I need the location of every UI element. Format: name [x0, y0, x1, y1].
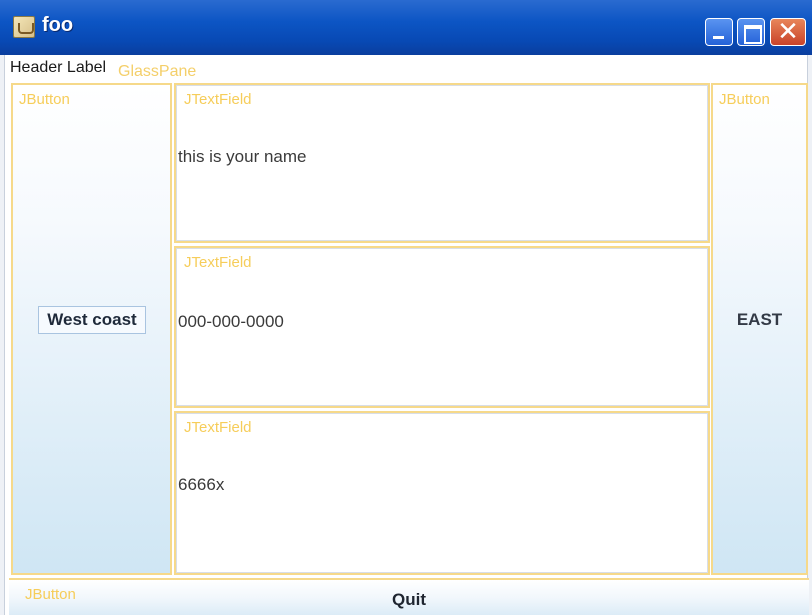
east-button-label: EAST [736, 310, 783, 329]
quit-button[interactable]: JButton Quit [9, 578, 809, 615]
name-field-overlay-tag: JTextField [184, 91, 252, 108]
app-window: foo ✕ Header Label GlassPane JButton Wes… [0, 0, 812, 615]
maximize-button[interactable] [737, 18, 765, 46]
name-text-field[interactable]: JTextField this is your name [174, 83, 710, 243]
extension-text-field[interactable]: JTextField 6666x [174, 411, 710, 575]
extension-field-overlay-tag: JTextField [184, 419, 252, 436]
name-field-value: this is your name [178, 147, 307, 166]
phone-field-value: 000-000-0000 [178, 312, 284, 331]
close-icon: ✕ [777, 17, 799, 47]
phone-text-field[interactable]: JTextField 000-000-0000 [174, 246, 710, 408]
west-overlay-tag: JButton [19, 91, 70, 108]
close-button[interactable]: ✕ [770, 17, 806, 47]
minimize-button[interactable] [705, 18, 733, 46]
header-label: Header Label [10, 59, 107, 76]
extension-field-value: 6666x [178, 475, 225, 494]
title-bar[interactable]: foo ✕ [0, 0, 812, 55]
window-title: foo [42, 14, 74, 36]
phone-field-overlay-tag: JTextField [184, 254, 252, 271]
east-overlay-tag: JButton [719, 91, 770, 108]
west-button-label: West coast [38, 306, 146, 334]
quit-button-label: Quit [392, 590, 426, 609]
glass-pane-label: GlassPane [118, 63, 197, 80]
java-cup-icon [13, 16, 35, 38]
